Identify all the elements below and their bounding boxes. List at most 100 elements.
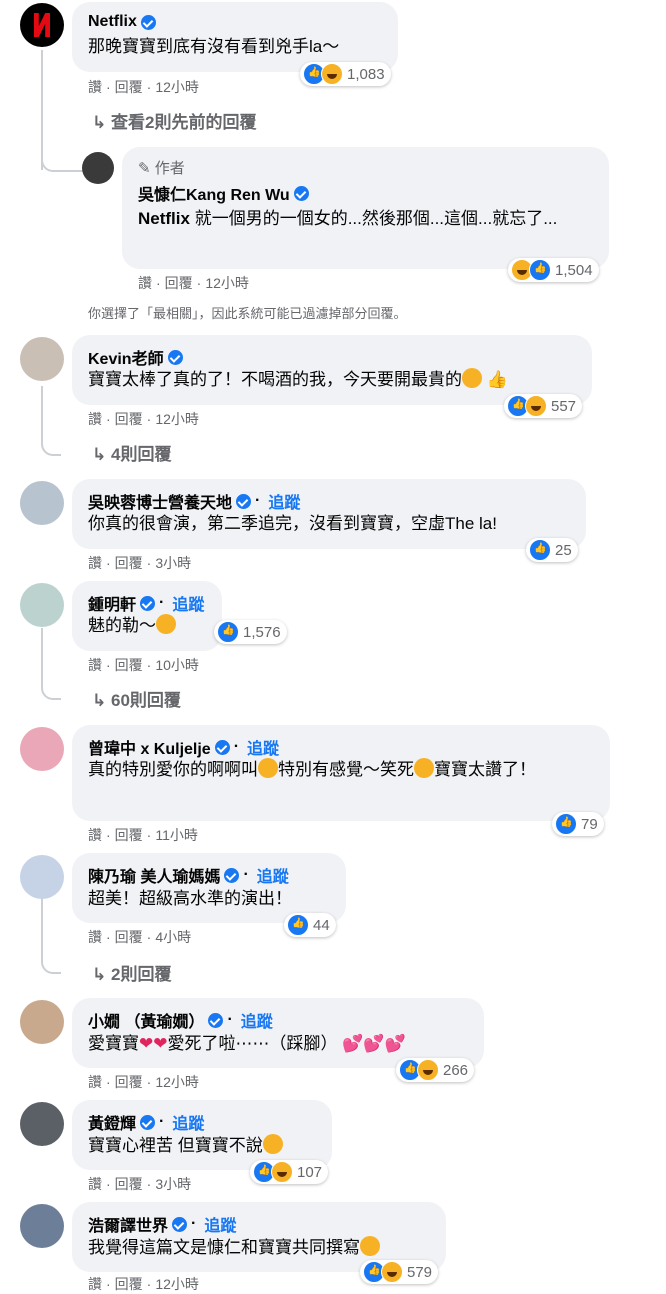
- avatar-zeng-wei-zhong[interactable]: [20, 727, 64, 771]
- reply-button[interactable]: 回覆: [115, 657, 143, 673]
- netflix-logo-icon: [34, 13, 50, 37]
- comment-text: Netflix 就一個男的一個女的...然後那個...這個...就忘了...: [138, 209, 558, 228]
- haha-icon: [321, 63, 343, 85]
- avatar-kang-ren-wu[interactable]: [82, 152, 114, 184]
- timestamp[interactable]: 10小時: [155, 657, 199, 673]
- avatar-kevin[interactable]: [20, 337, 64, 381]
- verified-icon: [140, 1114, 156, 1130]
- timestamp[interactable]: 12小時: [155, 1074, 199, 1090]
- thumbs-up-emoji-icon: 👍: [486, 370, 508, 389]
- rofl-emoji-icon: [462, 368, 482, 388]
- like-button[interactable]: 讚: [88, 657, 102, 673]
- comment-author[interactable]: 黃鐙輝 · 追蹤: [88, 1110, 204, 1134]
- view-replies[interactable]: ↳ 4則回覆: [92, 440, 171, 465]
- reply-button[interactable]: 回覆: [115, 827, 143, 843]
- comment-text: 那晚寶寶到底有沒有看到兇手la～: [88, 37, 340, 56]
- like-icon: [217, 621, 239, 643]
- comment-text: 超美！超級高水準的演出！: [88, 889, 292, 908]
- timestamp[interactable]: 3小時: [155, 555, 191, 571]
- comment-author[interactable]: Kevin老師: [88, 345, 183, 369]
- comment-text: 你真的很會演，第二季追完，沒看到寶寶，空虛The la!: [88, 514, 497, 533]
- follow-button[interactable]: 追蹤: [204, 1212, 236, 1236]
- reply-button[interactable]: 回覆: [115, 555, 143, 571]
- reaction-summary[interactable]: 1,504: [508, 258, 599, 282]
- avatar-netflix[interactable]: [20, 3, 64, 47]
- timestamp[interactable]: 12小時: [155, 79, 199, 95]
- follow-button[interactable]: 追蹤: [268, 489, 300, 513]
- haha-icon: [525, 395, 547, 417]
- avatar-huang-deng-hui[interactable]: [20, 1102, 64, 1146]
- avatar-hao-er-yi[interactable]: [20, 1204, 64, 1248]
- reply-arrow-icon: ↳: [92, 113, 107, 132]
- like-button[interactable]: 讚: [88, 1176, 102, 1192]
- view-replies[interactable]: ↳ 2則回覆: [92, 960, 171, 985]
- reply-arrow-icon: ↳: [92, 691, 107, 710]
- reaction-summary[interactable]: 25: [526, 538, 578, 562]
- like-button[interactable]: 讚: [88, 555, 102, 571]
- avatar-zhong-ming-xuan[interactable]: [20, 583, 64, 627]
- comment-author[interactable]: 浩爾譯世界 · 追蹤: [88, 1212, 236, 1236]
- reply-button[interactable]: 回覆: [115, 79, 143, 95]
- comment-author[interactable]: 陳乃瑜 美人瑜媽媽 · 追蹤: [88, 863, 289, 887]
- verified-icon: [140, 14, 156, 30]
- reaction-summary[interactable]: 1,083: [300, 62, 391, 86]
- comment-author[interactable]: Netflix: [88, 13, 156, 31]
- like-button[interactable]: 讚: [138, 275, 152, 291]
- verified-icon: [167, 349, 183, 365]
- comment-author[interactable]: 吳慷仁Kang Ren Wu: [138, 181, 309, 205]
- tagged-page[interactable]: Netflix: [138, 209, 190, 228]
- reply-button[interactable]: 回覆: [115, 1176, 143, 1192]
- reaction-summary[interactable]: 44: [284, 913, 336, 937]
- comment-author[interactable]: 鍾明軒 · 追蹤: [88, 591, 204, 615]
- like-icon: [529, 259, 551, 281]
- like-button[interactable]: 讚: [88, 827, 102, 843]
- timestamp[interactable]: 12小時: [155, 411, 199, 427]
- like-icon: [287, 914, 309, 936]
- like-button[interactable]: 讚: [88, 1276, 102, 1292]
- relieved-emoji-icon: [360, 1236, 380, 1256]
- timestamp[interactable]: 12小時: [205, 275, 249, 291]
- reaction-summary[interactable]: 107: [250, 1160, 329, 1184]
- timestamp[interactable]: 4小時: [155, 929, 191, 945]
- reaction-summary[interactable]: 79: [552, 812, 604, 836]
- filter-note: 你選擇了「最相關」，因此系統可能已過濾掉部分回覆。: [88, 306, 407, 321]
- view-replies[interactable]: ↳ 60則回覆: [92, 686, 181, 711]
- reply-button[interactable]: 回覆: [115, 411, 143, 427]
- follow-button[interactable]: 追蹤: [257, 863, 289, 887]
- comment-author[interactable]: 小嫺 （黃瑜嫺） · 追蹤: [88, 1008, 273, 1032]
- verified-icon: [224, 867, 240, 883]
- timestamp[interactable]: 11小時: [155, 827, 198, 843]
- reply-button[interactable]: 回覆: [115, 929, 143, 945]
- follow-button[interactable]: 追蹤: [241, 1008, 273, 1032]
- follow-button[interactable]: 追蹤: [172, 591, 204, 615]
- tears-of-joy-emoji-icon: [258, 758, 278, 778]
- like-button[interactable]: 讚: [88, 1074, 102, 1090]
- avatar-wu-ying-rong[interactable]: [20, 481, 64, 525]
- verified-icon: [208, 1012, 224, 1028]
- like-icon: [555, 813, 577, 835]
- follow-button[interactable]: 追蹤: [247, 735, 279, 759]
- reply-button[interactable]: 回覆: [165, 275, 193, 291]
- timestamp[interactable]: 3小時: [155, 1176, 191, 1192]
- view-previous-replies[interactable]: ↳ 查看2則先前的回覆: [92, 108, 256, 133]
- reply-arrow-icon: ↳: [92, 445, 107, 464]
- follow-button[interactable]: 追蹤: [172, 1110, 204, 1134]
- avatar-chen-nai-yu[interactable]: [20, 855, 64, 899]
- reply-arrow-icon: ↳: [92, 965, 107, 984]
- like-button[interactable]: 讚: [88, 411, 102, 427]
- reaction-summary[interactable]: 266: [396, 1058, 475, 1082]
- like-button[interactable]: 讚: [88, 929, 102, 945]
- timestamp[interactable]: 12小時: [155, 1276, 199, 1292]
- reaction-summary[interactable]: 1,576: [214, 620, 287, 644]
- verified-icon: [236, 493, 252, 509]
- tears-of-joy-emoji-icon: [414, 758, 434, 778]
- avatar-xiao-xian[interactable]: [20, 1000, 64, 1044]
- reaction-summary[interactable]: 579: [360, 1260, 439, 1284]
- like-button[interactable]: 讚: [88, 79, 102, 95]
- reaction-summary[interactable]: 557: [504, 394, 583, 418]
- comment-author[interactable]: 吳映蓉博士營養天地 · 追蹤: [88, 489, 300, 513]
- verified-icon: [172, 1216, 188, 1232]
- reply-button[interactable]: 回覆: [115, 1074, 143, 1090]
- reply-button[interactable]: 回覆: [115, 1276, 143, 1292]
- comment-author[interactable]: 曾瑋中 x Kuljelje · 追蹤: [88, 735, 279, 759]
